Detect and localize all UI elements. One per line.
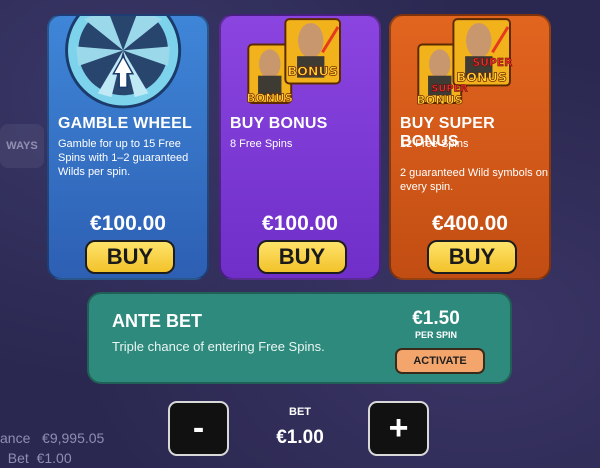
bonus-label: BONUS (287, 64, 337, 79)
ante-per-spin-label: PER SPIN (414, 330, 457, 340)
card-title: BUY BONUS (230, 115, 328, 132)
super-bonus-symbols-icon: SUPER BONUS SUPER BONUS (416, 18, 514, 107)
card-price: €100.00 (90, 212, 166, 235)
card-price: €400.00 (432, 212, 508, 235)
balance-value: €9,995.05 (42, 430, 105, 446)
super-label: SUPER (473, 56, 514, 69)
ante-price: €1.50 (412, 308, 460, 329)
bonus-label: BONUS (416, 93, 463, 107)
bonus-label: BONUS (457, 70, 507, 85)
gamble-wheel-icon (65, 16, 182, 109)
gamble-wheel-card: GAMBLE WHEEL Gamble for up to 15 Free Sp… (47, 14, 209, 280)
card-title: GAMBLE WHEEL (58, 115, 192, 132)
ante-bet-panel: ANTE BET Triple chance of entering Free … (87, 292, 512, 384)
bg-bet-value: €1.00 (36, 450, 72, 466)
bet-value: €1.00 (276, 427, 324, 448)
ante-description: Triple chance of entering Free Spins. (112, 339, 325, 354)
bet-label: BET (289, 406, 311, 418)
card-price: €100.00 (262, 212, 338, 235)
buy-bonus-card: BONUS BONUS BUY BONUS 8 Free Spins €100.… (219, 14, 381, 280)
buy-bonus-button[interactable]: BUY (257, 240, 347, 274)
balance-line: ance €9,995.05 (0, 428, 104, 448)
ante-title: ANTE BET (112, 311, 202, 331)
buy-super-bonus-button[interactable]: BUY (427, 240, 517, 274)
bonus-label: BONUS (246, 91, 293, 105)
balance-readout: ance €9,995.05 Bet €1.00 (0, 428, 104, 468)
card-description: Gamble for up to 15 Free Spins with 1–2 … (58, 138, 189, 178)
bet-decrease-button[interactable]: - (168, 401, 229, 456)
ways-badge: WAYS (0, 124, 44, 168)
card-description: 12 Free Spins (400, 138, 469, 150)
bonus-symbols-icon: BONUS BONUS (246, 18, 341, 105)
card-description: 8 Free Spins (230, 138, 293, 150)
bet-increase-button[interactable]: + (368, 401, 429, 456)
balance-label: ance (0, 430, 31, 446)
buy-super-bonus-card: SUPER BONUS SUPER BONUS BUY SUPER BONUS … (389, 14, 551, 280)
card-description-extra: 2 guaranteed Wild symbols on every spin. (400, 167, 548, 193)
bet-line: Bet €1.00 (0, 448, 104, 468)
gamble-wheel-buy-button[interactable]: BUY (85, 240, 175, 274)
ante-activate-button[interactable]: ACTIVATE (395, 348, 485, 374)
bg-bet-label: Bet (7, 450, 29, 466)
